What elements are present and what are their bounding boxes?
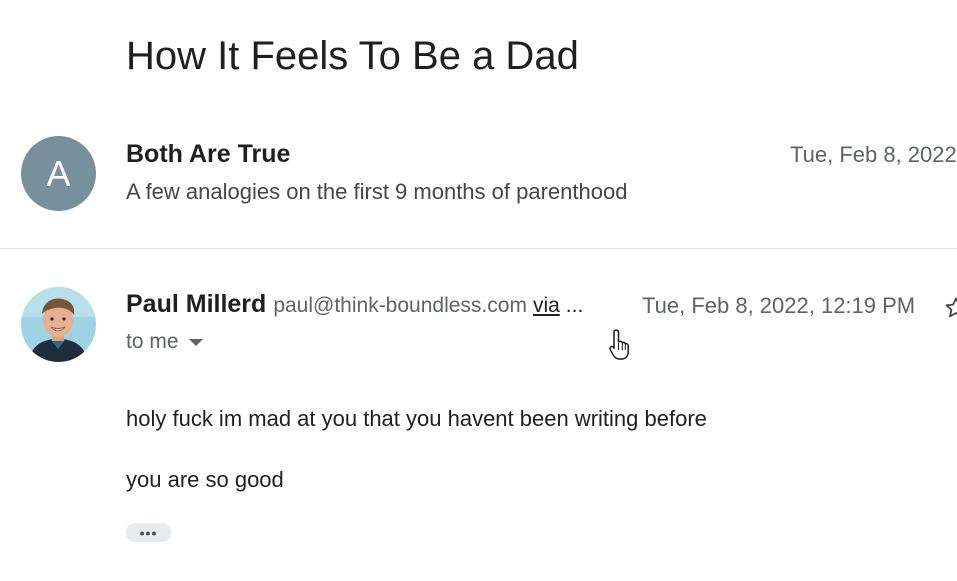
sender-email[interactable]: paul@think-boundless.com	[273, 294, 527, 318]
show-trimmed-content-button[interactable]: •••	[126, 523, 171, 542]
message-snippet[interactable]: A few analogies on the first 9 months of…	[126, 179, 627, 205]
message-date[interactable]: Tue, Feb 8, 2022, 12:19 PM	[642, 293, 915, 319]
message-sender-name[interactable]: Paul Millerd	[126, 290, 266, 319]
avatar-letter: A	[46, 152, 71, 194]
message-body-line: you are so good	[126, 467, 284, 492]
via-link[interactable]: via	[533, 294, 560, 318]
person-photo-icon	[21, 287, 96, 362]
recipient-label: to me	[126, 330, 179, 353]
message-sender-name[interactable]: Both Are True	[126, 140, 290, 169]
via-ellipsis[interactable]: ...	[566, 294, 584, 318]
avatar[interactable]	[21, 287, 96, 362]
hand-pointer-icon	[609, 329, 629, 360]
recipient-details-toggle[interactable]: to me	[126, 330, 203, 354]
star-icon[interactable]	[944, 296, 957, 320]
sender-avatar[interactable]: A	[21, 136, 96, 211]
email-thread-view: How It Feels To Be a Dad A Both Are True…	[0, 0, 957, 581]
thread-subject: How It Feels To Be a Dad	[126, 34, 579, 78]
message-divider	[0, 248, 957, 249]
sender-line: Paul Millerd paul@think-boundless.com vi…	[126, 290, 583, 319]
chevron-down-icon	[188, 338, 203, 346]
message-body-line: holy fuck im mad at you that you havent …	[126, 406, 707, 431]
message-date[interactable]: Tue, Feb 8, 2022	[790, 142, 957, 168]
